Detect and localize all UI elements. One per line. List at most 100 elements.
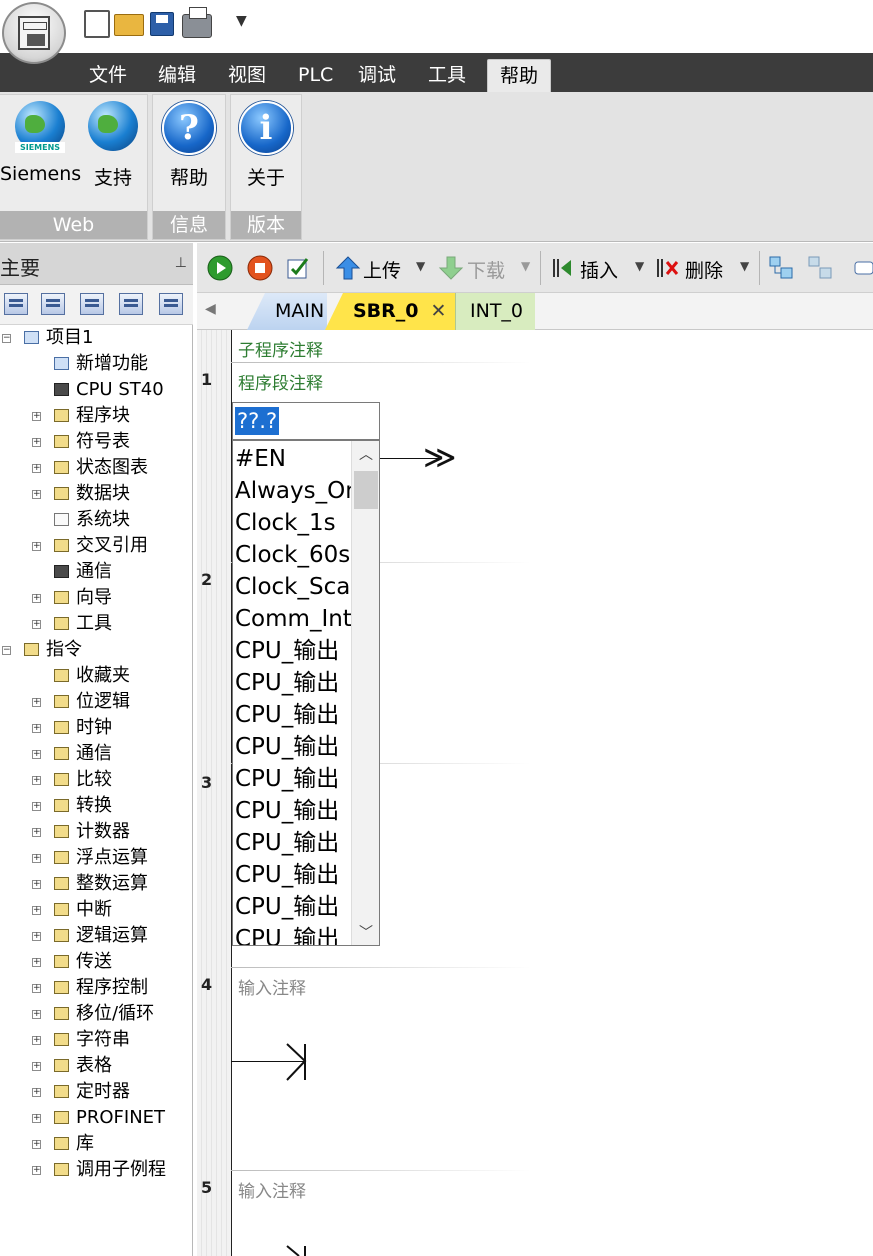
operand-address-input[interactable]: ??.? [232, 402, 380, 440]
download-button[interactable]: 下载 [467, 256, 505, 283]
autocomplete-item[interactable]: CPU_输出 [235, 763, 353, 795]
autocomplete-item[interactable]: Clock_1s [235, 507, 353, 539]
expand-icon[interactable]: + [32, 1114, 41, 1123]
network-view-icon[interactable] [768, 255, 794, 281]
tabs-scroll-left-icon[interactable]: ◀ [205, 301, 216, 317]
print-icon[interactable] [182, 7, 212, 38]
upload-button[interactable]: 上传 [363, 256, 401, 283]
collapse-icon[interactable]: − [2, 646, 11, 655]
autocomplete-item[interactable]: CPU_输出 [235, 635, 353, 667]
about-button[interactable]: i 关于 [231, 97, 301, 207]
subroutine-comment[interactable]: 子程序注释 [238, 336, 323, 361]
autocomplete-item[interactable]: CPU_输出 [235, 731, 353, 763]
autocomplete-item[interactable]: CPU_输出 [235, 667, 353, 699]
tab-int-0[interactable]: INT_0 [455, 293, 535, 330]
insert-icon[interactable] [551, 255, 577, 281]
compile-icon[interactable] [285, 255, 311, 281]
expand-icon[interactable]: + [32, 464, 41, 473]
scrollbar-thumb[interactable] [354, 471, 378, 509]
menu-tab-edit[interactable]: 编辑 [146, 59, 208, 92]
expand-icon[interactable]: + [32, 828, 41, 837]
expand-icon[interactable]: + [32, 490, 41, 499]
expand-icon[interactable]: + [32, 906, 41, 915]
delete-icon[interactable] [655, 255, 681, 281]
autocomplete-item[interactable]: CPU_输出 [235, 699, 353, 731]
expand-icon[interactable]: + [32, 802, 41, 811]
expand-icon[interactable]: + [32, 620, 41, 629]
view-tool-3-icon[interactable] [80, 293, 104, 315]
view-tool-5-icon[interactable] [159, 293, 183, 315]
view-tool-4-icon[interactable] [119, 293, 143, 315]
autocomplete-item[interactable]: #EN [235, 443, 353, 475]
expand-icon[interactable]: + [32, 880, 41, 889]
menu-tab-file[interactable]: 文件 [77, 59, 139, 92]
view-tool-1-icon[interactable] [4, 293, 28, 315]
scroll-up-icon[interactable]: ︿ [352, 443, 379, 467]
pin-icon[interactable]: ⊥ [175, 255, 187, 271]
scroll-down-icon[interactable]: ﹀ [352, 921, 379, 945]
customize-quick-access-dropdown[interactable]: ▼ [236, 13, 247, 29]
insert-dropdown-icon[interactable]: ▼ [635, 259, 644, 273]
stop-icon[interactable] [247, 255, 273, 281]
menu-tab-tools[interactable]: 工具 [416, 59, 478, 92]
autocomplete-item[interactable]: CPU_输出 [235, 795, 353, 827]
expand-icon[interactable]: + [32, 1140, 41, 1149]
expand-icon[interactable]: + [32, 854, 41, 863]
expand-icon[interactable]: + [32, 958, 41, 967]
menu-tab-view[interactable]: 视图 [216, 59, 278, 92]
delete-dropdown-icon[interactable]: ▼ [740, 259, 749, 273]
expand-icon[interactable]: + [32, 1036, 41, 1045]
view-tool-2-icon[interactable] [41, 293, 65, 315]
network-comment[interactable]: 程序段注释 [238, 369, 323, 394]
autocomplete-item[interactable]: Clock_Scan [235, 571, 353, 603]
network-comment[interactable]: 输入注释 [238, 974, 306, 999]
autocomplete-item[interactable]: CPU_输出 [235, 859, 353, 891]
expand-icon[interactable]: + [32, 1062, 41, 1071]
expand-icon[interactable]: + [32, 750, 41, 759]
new-file-icon[interactable] [84, 10, 110, 38]
insert-button[interactable]: 插入 [580, 256, 618, 283]
network-collapse-icon[interactable] [807, 255, 833, 281]
expand-icon[interactable]: + [32, 984, 41, 993]
menu-tab-plc[interactable]: PLC [286, 59, 345, 92]
autocomplete-scrollbar[interactable]: ︿ ﹀ [351, 441, 379, 945]
collapse-icon[interactable]: − [2, 334, 11, 343]
expand-icon[interactable]: + [32, 1010, 41, 1019]
autocomplete-item[interactable]: CPU_输出 [235, 827, 353, 859]
expand-icon[interactable]: + [32, 1166, 41, 1175]
expand-icon[interactable]: + [32, 1088, 41, 1097]
open-folder-icon[interactable] [114, 14, 144, 36]
upload-icon[interactable] [335, 255, 361, 281]
autocomplete-item[interactable]: CPU_输出 [235, 923, 353, 945]
expand-icon[interactable]: + [32, 594, 41, 603]
siemens-button[interactable]: SIEMENS Siemens [0, 97, 81, 207]
autocomplete-item[interactable]: Clock_60s [235, 539, 353, 571]
download-icon[interactable] [438, 255, 464, 281]
support-button[interactable]: 支持 [82, 97, 144, 207]
application-button[interactable] [2, 2, 66, 64]
toolbar-more-icon[interactable] [853, 255, 873, 281]
operand-address-value[interactable]: ??.? [235, 407, 280, 435]
download-dropdown-icon[interactable]: ▼ [521, 259, 530, 273]
close-icon[interactable]: ✕ [431, 300, 447, 322]
tab-sbr-0[interactable]: SBR_0 ✕ [325, 293, 455, 330]
expand-icon[interactable]: + [32, 776, 41, 785]
symbol-autocomplete-list[interactable]: #EN Always_On Clock_1s Clock_60s Clock_Scan C… [232, 440, 380, 946]
network-comment[interactable]: 输入注释 [238, 1177, 306, 1202]
tab-main[interactable]: MAIN [247, 293, 327, 330]
expand-icon[interactable]: + [32, 438, 41, 447]
menu-tab-help[interactable]: 帮助 [487, 59, 552, 92]
autocomplete-item[interactable]: Comm_Int [235, 603, 353, 635]
expand-icon[interactable]: + [32, 698, 41, 707]
autocomplete-item[interactable]: Always_On [235, 475, 353, 507]
help-button[interactable]: ? 帮助 [153, 97, 225, 207]
autocomplete-item[interactable]: CPU_输出 [235, 891, 353, 923]
delete-button[interactable]: 删除 [685, 256, 723, 283]
expand-icon[interactable]: + [32, 724, 41, 733]
save-icon[interactable] [150, 12, 174, 36]
expand-icon[interactable]: + [32, 412, 41, 421]
upload-dropdown-icon[interactable]: ▼ [416, 259, 425, 273]
expand-icon[interactable]: + [32, 932, 41, 941]
expand-icon[interactable]: + [32, 542, 41, 551]
menu-tab-debug[interactable]: 调试 [346, 59, 408, 92]
